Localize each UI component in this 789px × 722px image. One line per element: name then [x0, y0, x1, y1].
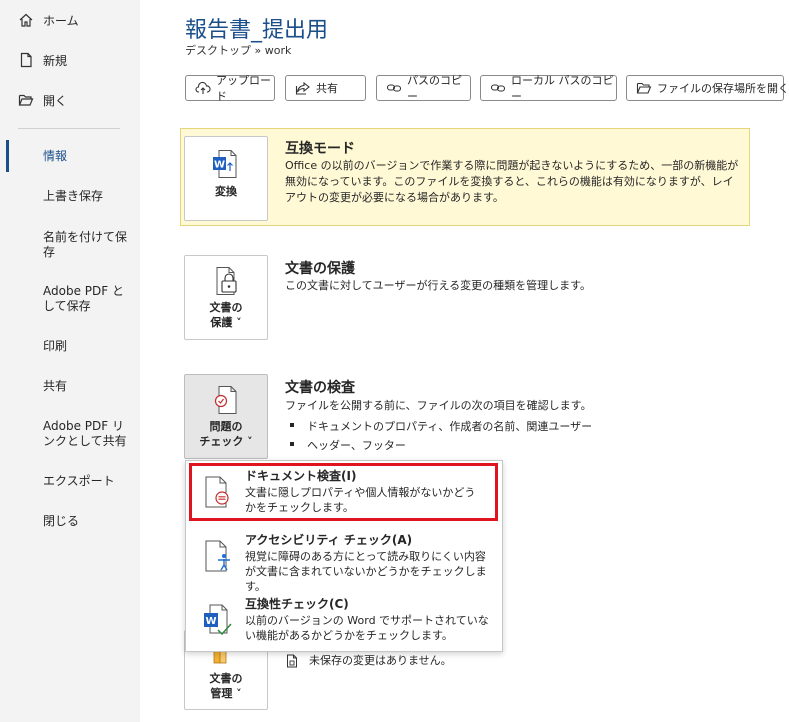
protect-title: 文書の保護: [285, 261, 355, 277]
protect-description: この文書に対してユーザーが行える変更の種類を管理します。: [285, 279, 592, 292]
folder-open-icon: [18, 94, 34, 106]
sidebar-divider: [18, 128, 120, 129]
compat-title: 互換モード: [285, 141, 355, 157]
open-file-location-button[interactable]: ファイルの保存場所を開く: [626, 75, 789, 101]
copy-local-path-button[interactable]: ローカル パスのコピー: [480, 74, 617, 103]
menu-item-description: 文書に隠しプロパティや個人情報がないかどうかをチェックします。: [245, 486, 476, 514]
sidebar-item-label: Adobe PDF として保存: [43, 284, 124, 313]
check-issues-dropdown: ドキュメント検査(I) 文書に隠しプロパティや個人情報がないかどうかをチェックし…: [185, 460, 503, 652]
sidebar-item-label: 新規: [43, 53, 68, 68]
link-icon: [386, 84, 402, 92]
word-convert-icon: W: [213, 150, 237, 178]
sidebar-item-label: エクスポート: [43, 474, 115, 488]
manage-status: 未保存の変更はありません。: [309, 654, 452, 667]
sidebar-item-label: 共有: [43, 379, 68, 393]
upload-label: アップロード: [216, 74, 271, 103]
inspect-title: 文書の検査: [285, 380, 355, 396]
new-file-icon: [20, 52, 32, 68]
compat-description: Office の以前のバージョンで作業する際に問題が起きないようにするため、一部…: [285, 159, 739, 204]
sidebar-item-label: Adobe PDF リンクとして共有: [43, 419, 127, 448]
check-issues-label-line2: チェック ˅: [199, 435, 253, 448]
sidebar-item-label: 情報: [43, 149, 68, 163]
sidebar-item-label: ホーム: [43, 13, 79, 28]
svg-text:W: W: [214, 160, 225, 171]
menu-item-title: アクセシビリティ チェック(A): [245, 533, 413, 547]
home-icon: [19, 13, 33, 27]
document-status-icon: [287, 654, 297, 668]
copy-path-label: パスのコピー: [407, 74, 462, 103]
sidebar-item-label: 上書き保存: [43, 189, 104, 203]
convert-label: 変換: [215, 185, 237, 198]
link-icon: [490, 84, 506, 92]
check-for-issues-button[interactable]: 問題の チェック ˅: [184, 374, 268, 459]
sidebar-item-new[interactable]: 新規: [0, 42, 140, 78]
manage-label-line2: 管理 ˅: [210, 687, 242, 700]
protect-label-line2: 保護 ˅: [210, 316, 242, 329]
copy-path-button[interactable]: パスのコピー: [376, 74, 471, 103]
compatibility-check-icon: W: [204, 604, 232, 636]
convert-button[interactable]: W 変換: [184, 136, 268, 221]
sidebar-item-home[interactable]: ホーム: [0, 2, 140, 38]
breadcrumb: デスクトップ » work: [185, 44, 292, 57]
svg-text:W: W: [205, 616, 216, 627]
lock-document-icon: [216, 267, 237, 295]
menu-item-description: 視覚に障碍のある方にとって読み取りにくい内容が文書に含まれていないかどうかをチェ…: [245, 550, 487, 593]
protect-document-button[interactable]: 文書の 保護 ˅: [184, 255, 268, 340]
sidebar-item-label: 開く: [43, 93, 68, 108]
inspect-document-icon: [214, 386, 237, 414]
menu-item-description: 以前のバージョンの Word でサポートされていない機能があるかどうかをチェック…: [245, 614, 489, 642]
sidebar-item-label: 閉じる: [43, 514, 80, 528]
share-button[interactable]: 共有: [285, 75, 366, 101]
menu-item-title: 互換性チェック(C): [245, 597, 349, 611]
sidebar-item-label: 印刷: [43, 339, 68, 353]
folder-open-icon: [636, 82, 652, 94]
accessibility-check-icon: [205, 540, 230, 572]
copy-local-path-label: ローカル パスのコピー: [511, 74, 614, 103]
manage-label-line1: 文書の: [209, 672, 243, 685]
protect-label-line1: 文書の: [209, 301, 243, 314]
backstage-sidebar: ホーム 新規 開く 情報 上書き保存 名前を付けて保存 Adobe PDF とし…: [0, 0, 140, 722]
sidebar-item-open[interactable]: 開く: [0, 82, 140, 118]
share-icon: [295, 81, 310, 95]
share-label: 共有: [316, 82, 338, 95]
document-inspect-icon: [205, 476, 229, 508]
upload-button[interactable]: アップロード: [185, 74, 275, 103]
sidebar-item-label: 名前を付けて保存: [43, 230, 128, 259]
inspect-description: ファイルを公開する前に、ファイルの次の項目を確認します。: [285, 399, 592, 412]
cloud-upload-icon: [195, 81, 211, 94]
menu-item-accessibility-check[interactable]: アクセシビリティ チェック(A) 視覚に障碍のある方にとって読み取りにくい内容が…: [186, 525, 502, 593]
page-title: 報告書_提出用: [185, 18, 329, 43]
menu-item-compatibility-check[interactable]: W 互換性チェック(C) 以前のバージョンの Word でサポートされていない機…: [186, 589, 502, 651]
active-indicator: [6, 140, 9, 172]
menu-item-title: ドキュメント検査(I): [245, 469, 357, 483]
open-location-label: ファイルの保存場所を開く: [657, 82, 789, 95]
check-issues-label-line1: 問題の: [209, 420, 243, 433]
menu-item-inspect-document[interactable]: ドキュメント検査(I) 文書に隠しプロパティや個人情報がないかどうかをチェックし…: [186, 461, 502, 523]
